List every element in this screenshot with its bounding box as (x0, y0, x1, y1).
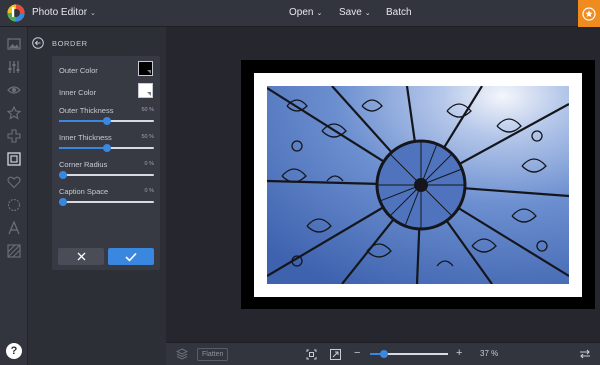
adjust-sliders-icon[interactable] (7, 60, 21, 74)
dropdown-corner-icon (147, 70, 151, 74)
chevron-down-icon: ⌄ (316, 10, 323, 17)
inner-thickness-value: 50 % (141, 134, 154, 140)
caption-space-label: Caption Space (59, 187, 109, 196)
border-panel: BORDER Outer Color Inner Color Outer Thi… (28, 27, 166, 365)
slider-thumb[interactable] (59, 198, 67, 206)
batch-label: Batch (386, 7, 412, 18)
slider-track (59, 201, 154, 203)
open-menu[interactable]: Open ⌄ (289, 7, 322, 18)
apply-button[interactable] (108, 248, 154, 265)
inner-color-label: Inner Color (59, 88, 97, 97)
panel-title: BORDER (52, 39, 88, 48)
app-title: Photo Editor (32, 7, 88, 18)
save-menu-label: Save (339, 7, 362, 18)
fit-to-screen-icon[interactable] (306, 349, 317, 360)
corner-radius-label: Corner Radius (59, 160, 108, 169)
outer-color-swatch[interactable] (138, 61, 153, 76)
corner-radius-slider[interactable] (59, 171, 154, 179)
zoom-out-button[interactable]: − (354, 347, 360, 359)
bottom-bar: Flatten − + 37 % (166, 342, 600, 365)
inner-thickness-label: Inner Thickness (59, 133, 112, 142)
slider-track (59, 174, 154, 176)
text-icon[interactable] (7, 221, 21, 235)
inner-thickness-slider[interactable] (59, 144, 154, 152)
star-icon[interactable] (7, 106, 21, 120)
outer-border (241, 60, 595, 309)
premium-button[interactable] (578, 0, 600, 27)
border-settings-card: Outer Color Inner Color Outer Thickness … (52, 56, 160, 270)
zoom-level: 37 % (480, 349, 499, 358)
image-icon[interactable] (7, 37, 21, 51)
outer-thickness-slider[interactable] (59, 117, 154, 125)
save-menu[interactable]: Save ⌄ (339, 7, 371, 18)
inner-border (254, 73, 582, 297)
help-button[interactable]: ? (6, 343, 22, 359)
slider-thumb[interactable] (102, 117, 111, 125)
zoom-slider[interactable] (370, 350, 448, 358)
frame-icon[interactable] (7, 152, 21, 166)
bandage-icon[interactable] (7, 129, 21, 143)
texture-icon[interactable] (7, 244, 21, 258)
caption-space-value: 0 % (144, 188, 154, 194)
canvas-area[interactable] (166, 27, 600, 342)
app-title-menu[interactable]: Photo Editor ⌄ (32, 7, 96, 18)
layers-icon[interactable] (176, 348, 188, 360)
batch-button[interactable]: Batch (386, 7, 412, 18)
corner-radius-value: 0 % (144, 161, 154, 167)
outer-thickness-value: 50 % (141, 107, 154, 113)
open-menu-label: Open (289, 7, 314, 18)
top-bar: Photo Editor ⌄ Open ⌄ Save ⌄ Batch (0, 0, 600, 27)
slider-thumb[interactable] (59, 171, 67, 179)
eye-icon[interactable] (7, 83, 21, 97)
flatten-button[interactable]: Flatten (197, 348, 229, 361)
chevron-down-icon: ⌄ (90, 10, 96, 17)
cancel-button[interactable] (58, 248, 104, 265)
caption-space-slider[interactable] (59, 198, 154, 206)
slider-fill (59, 147, 107, 149)
back-arrow-icon[interactable] (32, 37, 44, 49)
slider-fill (59, 120, 107, 122)
zoom-in-button[interactable]: + (456, 347, 462, 359)
inner-color-swatch[interactable] (138, 83, 153, 98)
slider-thumb[interactable] (102, 144, 111, 152)
actual-size-icon[interactable] (330, 349, 341, 360)
chevron-down-icon: ⌄ (364, 10, 371, 17)
outer-color-label: Outer Color (59, 66, 98, 75)
shape-icon[interactable] (7, 198, 21, 212)
compare-swap-icon[interactable] (579, 348, 591, 360)
heart-icon[interactable] (7, 175, 21, 189)
app-logo-icon[interactable] (7, 4, 25, 22)
slider-thumb[interactable] (380, 350, 389, 358)
checkmark-icon (125, 252, 137, 262)
star-badge-icon (582, 6, 596, 21)
tool-rail: ? (0, 27, 28, 365)
panel-header: BORDER (28, 27, 166, 57)
photo-image (267, 86, 569, 284)
dropdown-corner-icon (147, 92, 151, 96)
close-icon (77, 252, 85, 261)
outer-thickness-label: Outer Thickness (59, 106, 114, 115)
